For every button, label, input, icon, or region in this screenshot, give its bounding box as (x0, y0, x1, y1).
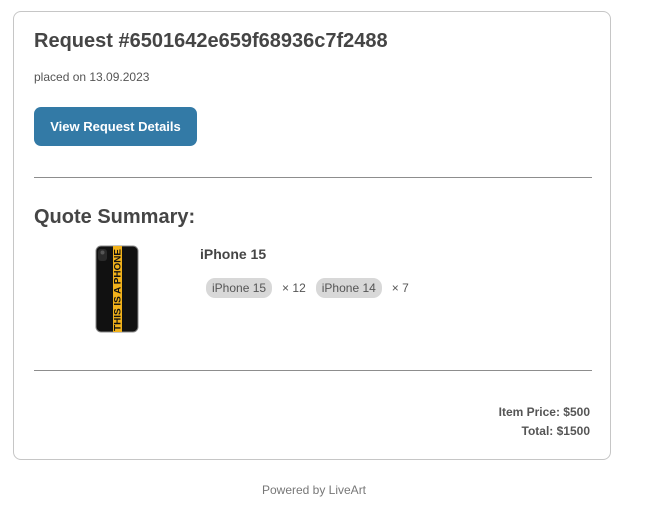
variant-chip: iPhone 15 (206, 278, 273, 298)
totals: Item Price: $500 Total: $1500 (499, 403, 590, 441)
request-card: Request #6501642e659f68936c7f2488 placed… (13, 11, 611, 460)
view-request-details-button[interactable]: View Request Details (34, 107, 197, 146)
variant-qty: × 7 (391, 281, 409, 295)
divider (34, 370, 592, 371)
placed-date: placed on 13.09.2023 (34, 70, 150, 84)
powered-by-footer: Powered by LiveArt (261, 483, 367, 497)
variant-qty: × 12 (282, 281, 306, 295)
variant-list: iPhone 15 × 12 iPhone 14 × 7 (206, 278, 419, 298)
phone-case-image: THIS IS A PHONE (95, 245, 139, 333)
divider (34, 177, 592, 178)
total-price: Total: $1500 (521, 424, 590, 438)
phone-case-text: THIS IS A PHONE (113, 249, 123, 331)
quote-summary-title: Quote Summary: (34, 206, 196, 228)
request-title: Request #6501642e659f68936c7f2488 (34, 30, 388, 52)
item-price: Item Price: $500 (498, 405, 590, 419)
product-name: iPhone 15 (200, 246, 267, 262)
variant-chip: iPhone 14 (315, 278, 382, 298)
